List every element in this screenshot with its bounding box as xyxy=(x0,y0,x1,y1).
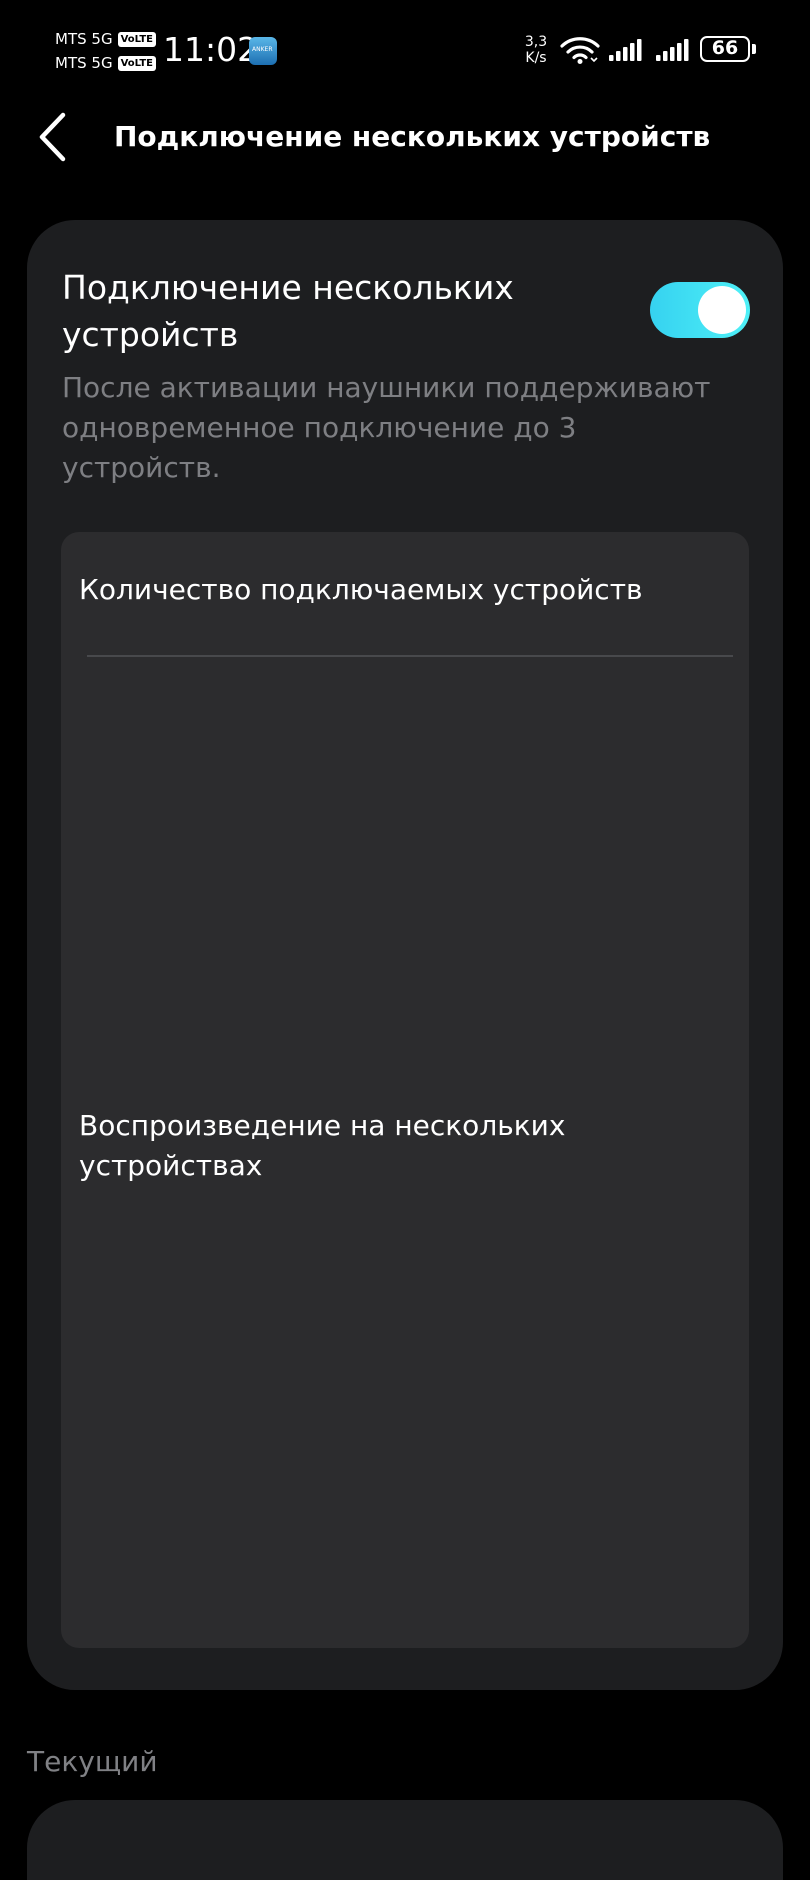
battery-tip xyxy=(752,44,756,54)
description-line: После активации наушники поддерживают xyxy=(62,371,711,404)
option-label-line: устройствах xyxy=(79,1149,263,1182)
multipoint-card: Подключение нескольких устройств После а… xyxy=(27,220,783,1690)
signal-icon xyxy=(656,39,689,61)
section-label-current: Текущий xyxy=(27,1745,158,1778)
network-speed-unit: K/s xyxy=(525,50,547,66)
multipoint-toggle[interactable] xyxy=(650,282,750,338)
divider xyxy=(87,655,733,657)
device-count-option[interactable]: Количество подключаемых устройств xyxy=(79,570,643,610)
option-label-line: Воспроизведение на нескольких xyxy=(79,1109,566,1142)
page-title: Подключение нескольких устройств xyxy=(114,120,711,153)
description-line: устройств. xyxy=(62,451,221,484)
multipoint-title-line: устройств xyxy=(62,315,239,354)
carrier-row-1: MTS 5G VoLTE xyxy=(55,28,156,50)
battery-icon: 66 xyxy=(700,36,750,62)
multipoint-title: Подключение нескольких устройств xyxy=(62,264,622,358)
network-speed-value: 3,3 xyxy=(524,34,548,50)
multipoint-description: После активации наушники поддерживают од… xyxy=(62,368,762,488)
multi-device-playback-option[interactable]: Воспроизведение на нескольких устройства… xyxy=(79,1106,679,1186)
chevron-left-icon xyxy=(39,112,66,162)
app-notification-label: ANKER xyxy=(252,46,273,53)
clock: 11:02 xyxy=(163,30,259,69)
multipoint-options-panel: Количество подключаемых устройств Воспро… xyxy=(61,532,749,1648)
multipoint-title-line: Подключение нескольких xyxy=(62,268,514,307)
signal-icon xyxy=(609,39,642,61)
carrier-name: MTS 5G xyxy=(55,54,113,72)
carrier-name: MTS 5G xyxy=(55,30,113,48)
back-button[interactable] xyxy=(22,105,82,169)
wifi-icon xyxy=(560,37,600,64)
app-notification-icon: ANKER xyxy=(249,37,277,65)
volte-badge: VoLTE xyxy=(117,31,156,47)
network-speed: 3,3 K/s xyxy=(521,34,551,66)
current-device-card xyxy=(27,1800,783,1880)
description-line: одновременное подключение до 3 xyxy=(62,411,577,444)
volte-badge: VoLTE xyxy=(117,55,156,71)
carrier-info: MTS 5G VoLTE MTS 5G VoLTE xyxy=(55,28,165,76)
toggle-knob xyxy=(698,286,746,334)
status-bar: MTS 5G VoLTE MTS 5G VoLTE 11:02 ANKER 3,… xyxy=(0,0,810,100)
carrier-row-2: MTS 5G VoLTE xyxy=(55,52,156,74)
